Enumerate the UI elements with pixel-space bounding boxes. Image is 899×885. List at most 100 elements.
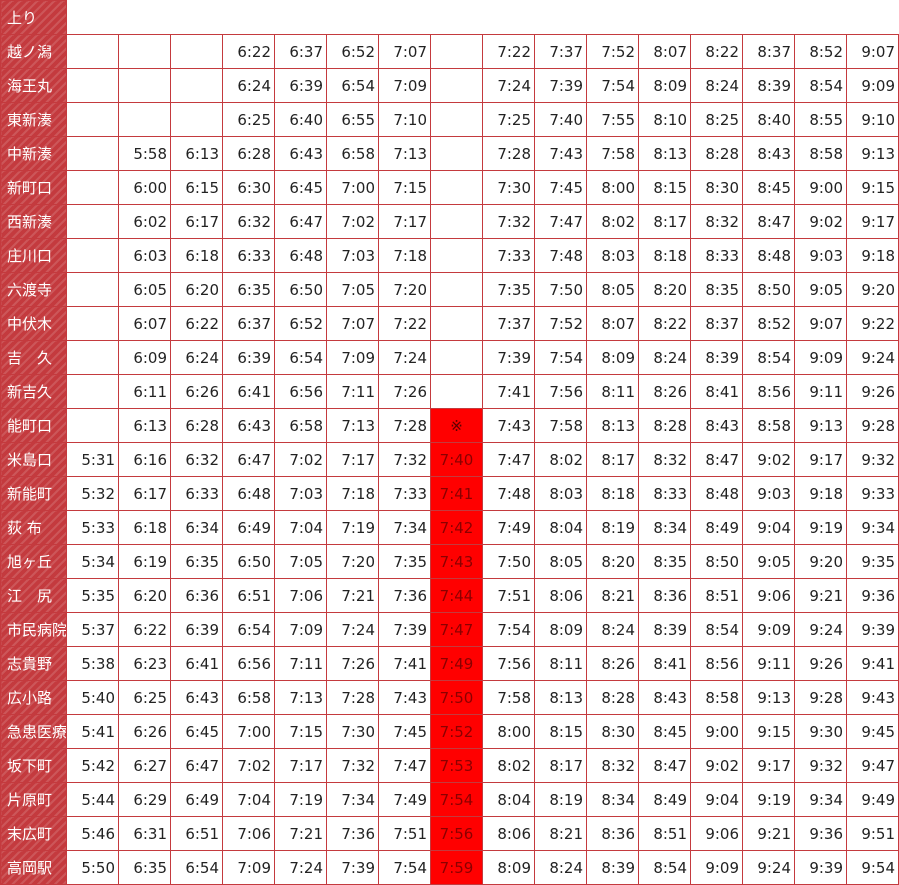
highlighted-time-cell — [430, 170, 483, 205]
station-name: 片原町 — [0, 782, 67, 817]
time-cell: 6:54 — [170, 850, 223, 885]
time-cell: 6:58 — [274, 408, 327, 443]
station-name: 六渡寺 — [0, 272, 67, 307]
time-cell: 8:37 — [742, 34, 795, 69]
time-cell: 6:26 — [170, 374, 223, 409]
time-cell: 8:49 — [638, 782, 691, 817]
header-row: 上り — [0, 0, 899, 35]
time-cell: 7:34 — [378, 510, 431, 545]
time-cell: 6:30 — [222, 170, 275, 205]
time-cell: 7:20 — [378, 272, 431, 307]
time-cell: 9:02 — [690, 748, 743, 783]
header-spacer — [66, 0, 899, 35]
station-name: 新町口 — [0, 170, 67, 205]
time-cell: 6:49 — [170, 782, 223, 817]
time-cell: 7:30 — [326, 714, 379, 749]
time-cell: 8:47 — [742, 204, 795, 239]
time-cell: 7:07 — [378, 34, 431, 69]
time-cell: 7:02 — [222, 748, 275, 783]
time-cell: 8:02 — [586, 204, 639, 239]
time-cell: 7:17 — [274, 748, 327, 783]
time-cell: 6:13 — [170, 136, 223, 171]
time-cell: 6:54 — [274, 340, 327, 375]
time-cell: 7:49 — [482, 510, 535, 545]
time-cell: 7:56 — [534, 374, 587, 409]
time-cell: 7:50 — [534, 272, 587, 307]
time-cell: 7:18 — [378, 238, 431, 273]
time-cell: 7:09 — [326, 340, 379, 375]
time-cell: 8:24 — [690, 68, 743, 103]
time-cell: 7:02 — [326, 204, 379, 239]
highlighted-time-cell: 7:52 — [430, 714, 483, 749]
time-cell: 8:18 — [586, 476, 639, 511]
table-row: 旭ヶ丘 5:34 6:19 6:35 6:50 7:05 7:20 7:35 7:43 7:50 8… — [0, 544, 899, 579]
time-cell: 7:54 — [482, 612, 535, 647]
highlighted-time-cell: 7:56 — [430, 816, 483, 851]
time-cell: 6:09 — [118, 340, 171, 375]
time-cell: 5:50 — [66, 850, 119, 885]
table-row: 市民病院 5:37 6:22 6:39 6:54 7:09 7:24 7:39 7:47 7:54… — [0, 612, 899, 647]
time-cell: 8:24 — [534, 850, 587, 885]
time-cell: 6:41 — [170, 646, 223, 681]
time-cell: 9:00 — [794, 170, 847, 205]
time-cell: 6:54 — [222, 612, 275, 647]
time-cell: 6:20 — [170, 272, 223, 307]
time-cell: 6:52 — [326, 34, 379, 69]
time-cell: 8:17 — [586, 442, 639, 477]
time-cell: 7:06 — [222, 816, 275, 851]
time-cell: 8:30 — [690, 170, 743, 205]
time-cell: 6:50 — [274, 272, 327, 307]
time-cell: 7:48 — [482, 476, 535, 511]
time-cell: 6:49 — [222, 510, 275, 545]
time-cell — [66, 204, 119, 239]
time-cell: 8:49 — [690, 510, 743, 545]
time-cell: 8:52 — [742, 306, 795, 341]
time-cell: 6:31 — [118, 816, 171, 851]
time-cell: 5:33 — [66, 510, 119, 545]
time-cell — [170, 34, 223, 69]
time-cell: 9:22 — [846, 306, 899, 341]
time-cell: 6:03 — [118, 238, 171, 273]
time-cell — [66, 68, 119, 103]
time-cell: 6:33 — [170, 476, 223, 511]
table-row: 志貴野 5:38 6:23 6:41 6:56 7:11 7:26 7:41 7:49 7:56 8… — [0, 646, 899, 681]
time-cell — [66, 374, 119, 409]
time-cell: 9:19 — [794, 510, 847, 545]
time-cell: 8:39 — [742, 68, 795, 103]
time-cell: 8:15 — [638, 170, 691, 205]
time-cell: 9:09 — [742, 612, 795, 647]
time-cell: 6:16 — [118, 442, 171, 477]
time-cell: 7:06 — [274, 578, 327, 613]
time-cell: 7:07 — [326, 306, 379, 341]
time-cell: 7:33 — [378, 476, 431, 511]
time-cell: 9:18 — [846, 238, 899, 273]
time-cell: 7:41 — [482, 374, 535, 409]
time-cell: 5:34 — [66, 544, 119, 579]
time-cell: 7:24 — [482, 68, 535, 103]
time-cell: 8:19 — [586, 510, 639, 545]
time-cell: 6:51 — [170, 816, 223, 851]
time-cell: 9:18 — [794, 476, 847, 511]
time-cell: 6:27 — [118, 748, 171, 783]
time-cell: 9:05 — [794, 272, 847, 307]
time-cell: 9:10 — [846, 102, 899, 137]
time-cell: 6:50 — [222, 544, 275, 579]
highlighted-time-cell: 7:44 — [430, 578, 483, 613]
time-cell: 7:54 — [378, 850, 431, 885]
time-cell: 8:51 — [690, 578, 743, 613]
time-cell: 7:32 — [482, 204, 535, 239]
time-cell — [118, 34, 171, 69]
time-cell: 6:35 — [170, 544, 223, 579]
time-cell: 7:58 — [586, 136, 639, 171]
time-cell: 5:35 — [66, 578, 119, 613]
station-name: 高岡駅 — [0, 850, 67, 885]
time-cell: 6:40 — [274, 102, 327, 137]
time-cell: 7:54 — [586, 68, 639, 103]
table-row: 広小路 5:40 6:25 6:43 6:58 7:13 7:28 7:43 7:50 7:58 8… — [0, 680, 899, 715]
time-cell: 6:58 — [222, 680, 275, 715]
time-cell: 7:47 — [482, 442, 535, 477]
time-cell: 8:18 — [638, 238, 691, 273]
time-cell: 9:28 — [794, 680, 847, 715]
time-cell: 8:35 — [690, 272, 743, 307]
time-cell: 9:39 — [794, 850, 847, 885]
